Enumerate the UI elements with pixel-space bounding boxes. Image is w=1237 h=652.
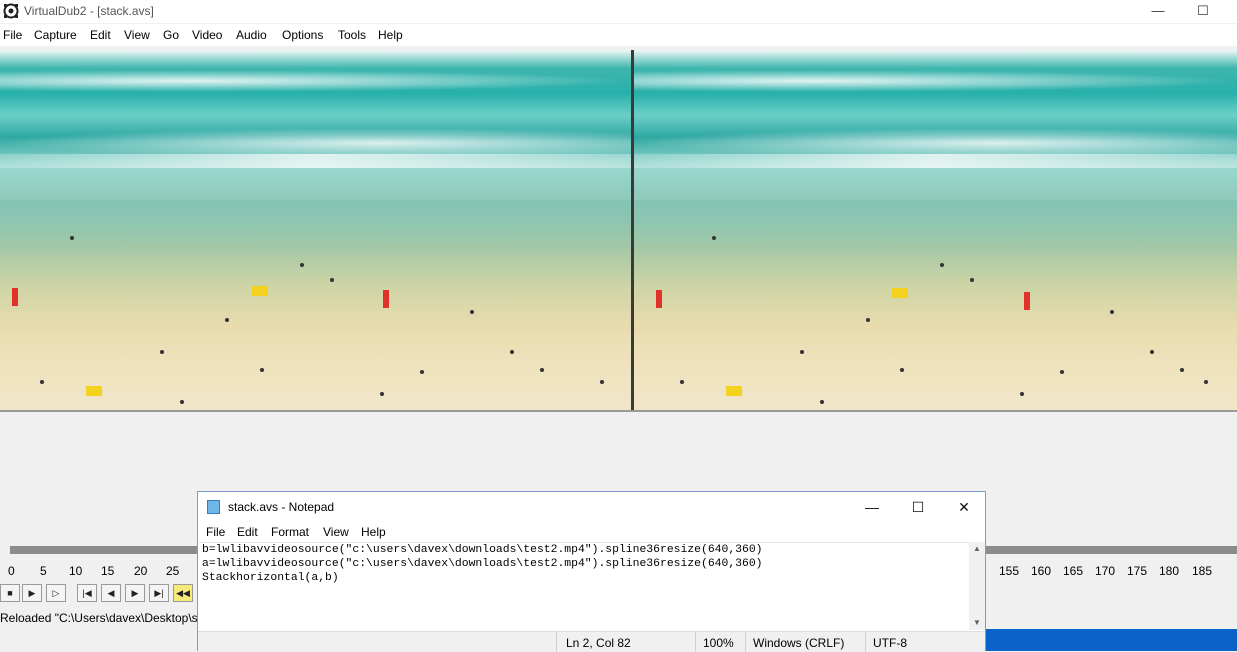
code-line: Stackhorizontal(a,b) <box>202 572 339 584</box>
vd-menubar: File Capture Edit View Go Video Audio Op… <box>0 24 1237 46</box>
timeline-tick-label: 175 <box>1127 564 1148 578</box>
notepad-window: stack.avs - Notepad — ☐ ✕ File Edit Form… <box>197 491 986 652</box>
timeline-tick-label: 180 <box>1159 564 1180 578</box>
go-start-icon[interactable]: |◀ <box>77 584 97 602</box>
play-output-icon[interactable]: ▷ <box>46 584 66 602</box>
zoom-level: 100% <box>703 636 734 650</box>
np-menu-help[interactable]: Help <box>361 525 386 539</box>
timeline-tick-label: 10 <box>69 564 83 578</box>
notepad-app-icon <box>207 500 220 514</box>
notepad-statusbar: Ln 2, Col 82 100% Windows (CRLF) UTF-8 <box>198 631 985 652</box>
next-frame-icon[interactable]: ▶ <box>125 584 145 602</box>
timeline-tick-label: 15 <box>101 564 115 578</box>
timeline-tick-label: 165 <box>1063 564 1084 578</box>
np-menu-file[interactable]: File <box>206 525 225 539</box>
menu-file[interactable]: File <box>3 28 22 42</box>
np-menu-view[interactable]: View <box>323 525 349 539</box>
timeline-tick-label: 160 <box>1031 564 1052 578</box>
np-menu-edit[interactable]: Edit <box>237 525 258 539</box>
encoding: UTF-8 <box>873 636 907 650</box>
timeline-tick-label: 170 <box>1095 564 1116 578</box>
virtualdub-app-icon <box>3 3 19 19</box>
window-title: VirtualDub2 - [stack.avs] <box>24 4 154 18</box>
menu-edit[interactable]: Edit <box>90 28 111 42</box>
frame-divider <box>631 50 634 412</box>
menu-go[interactable]: Go <box>163 28 179 42</box>
prev-frame-icon[interactable]: ◀ <box>101 584 121 602</box>
timeline-tick-label: 25 <box>166 564 180 578</box>
maximize-icon[interactable]: ☐ <box>1193 0 1213 22</box>
code-line: b=lwlibavvideosource("c:\users\davex\dow… <box>202 544 763 556</box>
play-input-icon[interactable]: ▶ <box>22 584 42 602</box>
scroll-up-icon[interactable]: ▲ <box>969 544 985 554</box>
menu-options[interactable]: Options <box>282 28 323 42</box>
menu-help[interactable]: Help <box>378 28 403 42</box>
menu-audio[interactable]: Audio <box>236 28 267 42</box>
vertical-scrollbar[interactable]: ▲ ▼ <box>969 542 985 630</box>
timeline-tick-label: 155 <box>999 564 1020 578</box>
close-icon[interactable]: ✕ <box>941 492 987 522</box>
vd-titlebar <box>0 0 1237 23</box>
prev-keyframe-icon[interactable]: ◀◀ <box>173 584 193 602</box>
timeline-tick-label: 185 <box>1192 564 1213 578</box>
video-frame-left <box>0 50 631 412</box>
timeline-tick-label: 0 <box>8 564 15 578</box>
menu-tools[interactable]: Tools <box>338 28 366 42</box>
notepad-title: stack.avs - Notepad <box>228 500 335 514</box>
scroll-down-icon[interactable]: ▼ <box>969 618 985 628</box>
vd-status-text: Reloaded "C:\Users\davex\Desktop\st <box>0 611 202 625</box>
menu-view[interactable]: View <box>124 28 150 42</box>
maximize-icon[interactable]: ☐ <box>895 492 941 522</box>
go-end-icon[interactable]: ▶| <box>149 584 169 602</box>
notepad-text-area[interactable]: b=lwlibavvideosource("c:\users\davex\dow… <box>199 542 969 631</box>
video-pane-border <box>0 410 1237 412</box>
notepad-titlebar: stack.avs - Notepad — ☐ ✕ <box>198 492 985 522</box>
menu-capture[interactable]: Capture <box>34 28 77 42</box>
minimize-icon[interactable]: — <box>849 492 895 522</box>
code-line: a=lwlibavvideosource("c:\users\davex\dow… <box>202 558 763 570</box>
notepad-menubar: File Edit Format View Help <box>198 522 985 542</box>
video-frame-right <box>634 50 1237 412</box>
menu-video[interactable]: Video <box>192 28 222 42</box>
line-ending: Windows (CRLF) <box>753 636 845 650</box>
cursor-position: Ln 2, Col 82 <box>566 636 631 650</box>
timeline-tick-label: 5 <box>40 564 47 578</box>
timeline-tick-label: 20 <box>134 564 148 578</box>
np-menu-format[interactable]: Format <box>271 525 309 539</box>
stop-icon[interactable]: ■ <box>0 584 20 602</box>
taskbar <box>985 629 1237 651</box>
minimize-icon[interactable]: — <box>1148 0 1168 22</box>
